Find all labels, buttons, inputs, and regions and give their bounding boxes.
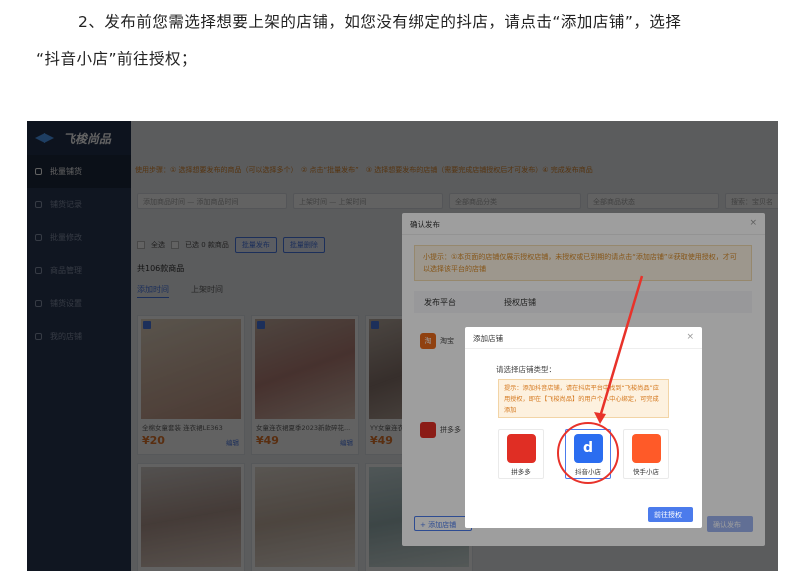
hint-box: 提示：添加抖音店铺，请在抖店平台中找到“飞梭尚品”应用授权，即在【飞梭尚品】的用…: [498, 379, 669, 418]
add-shop-dialog-title: 添加店铺: [465, 327, 702, 349]
option-kuaishou[interactable]: 快手小店: [623, 429, 669, 479]
option-pinduoduo[interactable]: 拼多多: [498, 429, 544, 479]
option-label: 拼多多: [511, 468, 531, 476]
kuaishou-icon: [631, 434, 661, 463]
close-icon[interactable]: ×: [686, 332, 694, 342]
doc-line-2: “抖音小店”前往授权；: [36, 50, 198, 68]
highlight-circle: [557, 422, 619, 484]
add-shop-dialog: 添加店铺 × 请选择店铺类型： 提示：添加抖音店铺，请在抖店平台中找到“飞梭尚品…: [465, 327, 702, 528]
doc-line-1: 2、发布前您需选择想要上架的店铺，如您没有绑定的抖店，请点击“添加店铺”，选择: [78, 13, 682, 31]
app-screenshot: 飞梭尚品 批量铺货 铺货记录 批量修改 商品管理 铺货设置 我的店铺 使用步骤：…: [27, 121, 778, 571]
select-type-label: 请选择店铺类型：: [496, 365, 556, 374]
pinduoduo-icon: [506, 434, 536, 463]
option-label: 快手小店: [633, 468, 659, 476]
go-authorize-button[interactable]: 前往授权: [648, 507, 693, 522]
